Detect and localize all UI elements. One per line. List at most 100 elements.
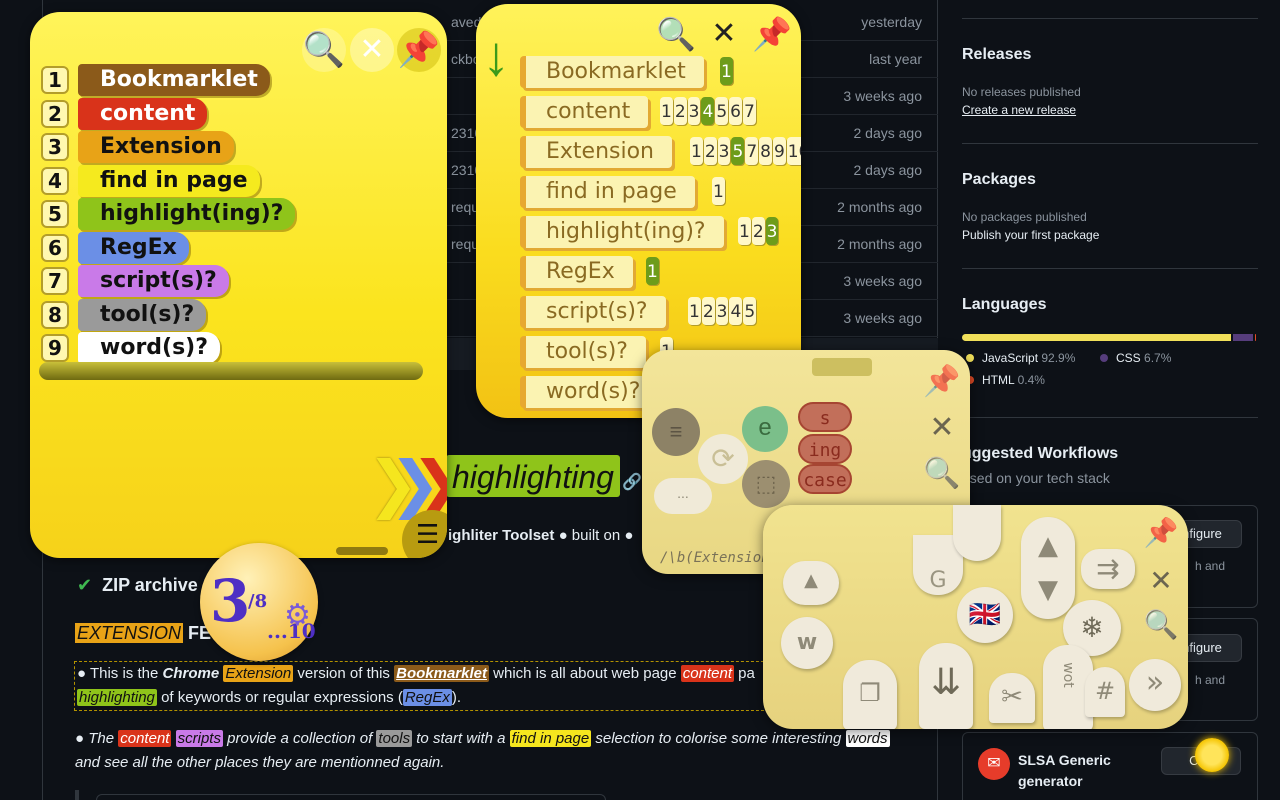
pin-icon[interactable]: 📌 bbox=[397, 28, 441, 72]
case-sensitive-toggle[interactable]: case bbox=[798, 464, 852, 494]
match-index-button[interactable]: 9 bbox=[772, 137, 786, 165]
match-index-button[interactable]: 5 bbox=[731, 137, 745, 165]
match-index-button[interactable]: 4 bbox=[701, 97, 715, 125]
highlight-words[interactable]: words bbox=[845, 730, 890, 747]
language-javascript[interactable]: JavaScript 92.9% bbox=[966, 351, 1075, 365]
close-icon[interactable]: ✕ bbox=[350, 28, 394, 72]
more-options-button[interactable]: ... bbox=[654, 478, 712, 514]
keyword-number[interactable]: 5 bbox=[41, 200, 69, 228]
language-flag-button[interactable]: 🇬🇧 bbox=[957, 587, 1013, 643]
keyword-number[interactable]: 7 bbox=[41, 267, 69, 295]
keyword-chip[interactable]: tool(s)? bbox=[78, 298, 207, 331]
keyword-chip[interactable]: Extension bbox=[78, 131, 234, 163]
keyword-number[interactable]: 4 bbox=[41, 166, 69, 195]
keyword-chip[interactable]: find in page bbox=[520, 176, 695, 208]
pin-icon[interactable]: 📌 bbox=[922, 362, 962, 402]
sort-button[interactable]: ⇊ bbox=[919, 643, 973, 729]
arrow-down-icon[interactable]: ↓ bbox=[482, 26, 510, 86]
keyword-chip[interactable]: script(s)? bbox=[520, 296, 666, 328]
match-index-button[interactable]: 3 bbox=[717, 137, 731, 165]
refresh-icon[interactable]: ⟳ bbox=[698, 434, 748, 484]
match-index-button[interactable]: 1 bbox=[720, 57, 733, 85]
pin-icon[interactable]: 📌 bbox=[752, 14, 792, 54]
match-index-button[interactable]: 1 bbox=[738, 217, 751, 245]
keyword-chip[interactable]: RegEx bbox=[78, 231, 189, 264]
match-index-button[interactable]: 2 bbox=[751, 217, 765, 245]
search-icon[interactable]: 🔍 bbox=[302, 28, 346, 72]
ing-suffix-toggle[interactable]: ing bbox=[798, 434, 852, 464]
highlight-content[interactable]: content bbox=[680, 665, 734, 682]
match-index-button[interactable]: 2 bbox=[703, 137, 717, 165]
match-index-button[interactable]: 3 bbox=[765, 217, 779, 245]
highlight-extension[interactable]: Extension bbox=[223, 665, 294, 682]
match-index-button[interactable]: 5 bbox=[715, 97, 729, 125]
search-icon[interactable]: 🔍 bbox=[922, 454, 962, 494]
keyword-number[interactable]: 8 bbox=[41, 300, 69, 329]
keyword-chip[interactable]: script(s)? bbox=[78, 265, 229, 297]
keyword-number[interactable]: 2 bbox=[41, 99, 69, 128]
e-toggle[interactable]: e bbox=[742, 406, 788, 452]
close-icon[interactable]: ✕ bbox=[704, 14, 744, 54]
expand-arrows-icon[interactable]: ❯❯❯ bbox=[367, 447, 447, 520]
down-arrow-button[interactable]: ▼ bbox=[1021, 575, 1075, 605]
match-index-button[interactable]: 1 bbox=[712, 177, 725, 205]
match-index-button[interactable]: 5 bbox=[743, 297, 757, 325]
close-icon[interactable]: ✕ bbox=[1141, 561, 1181, 601]
keyword-chip[interactable]: RegEx bbox=[520, 256, 633, 288]
match-index-button[interactable]: 10 bbox=[786, 137, 801, 165]
match-counter[interactable]: 3 /8 ...10 ⚙ bbox=[200, 543, 318, 661]
top-tab-button[interactable] bbox=[953, 505, 1001, 561]
highlight-highlighting[interactable]: highlighting bbox=[77, 689, 157, 706]
copy-button[interactable]: ❐ bbox=[843, 660, 897, 729]
anchor-link-icon[interactable]: 🔗 bbox=[622, 472, 642, 492]
language-html[interactable]: HTML 0.4% bbox=[966, 373, 1045, 387]
match-index-button[interactable]: 2 bbox=[673, 97, 687, 125]
camera-icon[interactable]: ⬚ bbox=[742, 460, 790, 508]
match-index-button[interactable]: 2 bbox=[701, 297, 715, 325]
highlight-bookmarklet[interactable]: Bookmarklet bbox=[394, 665, 489, 682]
keyword-number[interactable]: 6 bbox=[41, 233, 69, 262]
match-index-button[interactable]: 4 bbox=[729, 297, 743, 325]
match-index-button[interactable]: 1 bbox=[646, 257, 659, 285]
match-index-button[interactable]: 6 bbox=[729, 97, 742, 125]
match-index-button[interactable]: 1 bbox=[688, 297, 701, 325]
match-index-button[interactable]: 3 bbox=[687, 97, 701, 125]
forward-button[interactable]: » bbox=[1129, 659, 1181, 711]
keyword-chip[interactable]: word(s)? bbox=[520, 376, 659, 408]
redo-button[interactable]: ⇉ bbox=[1081, 549, 1135, 589]
keyword-chip[interactable]: content bbox=[520, 96, 649, 128]
match-index-button[interactable]: 1 bbox=[690, 137, 703, 165]
eject-button[interactable]: ▲ bbox=[783, 561, 839, 605]
match-index-button[interactable]: 3 bbox=[715, 297, 729, 325]
keyword-chip[interactable]: Extension bbox=[520, 136, 673, 168]
keyword-number[interactable]: 1 bbox=[41, 66, 69, 94]
publish-package-link[interactable]: Publish your first package bbox=[962, 228, 1099, 242]
keyword-chip[interactable]: highlight(ing)? bbox=[520, 216, 724, 248]
gear-icon[interactable]: ⚙ bbox=[284, 598, 311, 633]
scrollbar[interactable] bbox=[39, 362, 423, 380]
match-index-button[interactable]: 7 bbox=[745, 137, 759, 165]
highlight-content[interactable]: content bbox=[118, 730, 172, 747]
resize-handle[interactable] bbox=[336, 547, 388, 555]
keyword-chip[interactable]: Bookmarklet bbox=[78, 64, 270, 96]
keyword-chip[interactable]: Bookmarklet bbox=[520, 56, 704, 88]
cut-button[interactable]: ✂ bbox=[989, 673, 1035, 723]
plural-s-toggle[interactable]: s bbox=[798, 402, 852, 432]
pin-icon[interactable]: 📌 bbox=[1141, 513, 1181, 553]
match-index-button[interactable]: 8 bbox=[759, 137, 772, 165]
words-button[interactable]: w bbox=[781, 617, 833, 669]
keyword-chip[interactable]: highlight(ing)? bbox=[78, 198, 296, 230]
language-css[interactable]: CSS 6.7% bbox=[1100, 351, 1171, 365]
highlight-regex[interactable]: RegEx bbox=[402, 689, 452, 706]
keyword-chip[interactable]: word(s)? bbox=[78, 332, 221, 364]
highlight-scripts[interactable]: scripts bbox=[175, 730, 223, 747]
create-release-link[interactable]: Create a new release bbox=[962, 103, 1076, 117]
keyword-chip[interactable]: find in page bbox=[78, 164, 260, 197]
hash-button[interactable]: # bbox=[1085, 667, 1125, 717]
keyword-number[interactable]: 3 bbox=[41, 133, 69, 161]
highlight-tools[interactable]: tools bbox=[376, 730, 413, 747]
search-icon[interactable]: 🔍 bbox=[1141, 605, 1181, 645]
match-index-button[interactable]: 1 bbox=[660, 97, 673, 125]
slider-track[interactable] bbox=[812, 358, 872, 376]
list-icon[interactable]: ≡ bbox=[652, 408, 700, 456]
